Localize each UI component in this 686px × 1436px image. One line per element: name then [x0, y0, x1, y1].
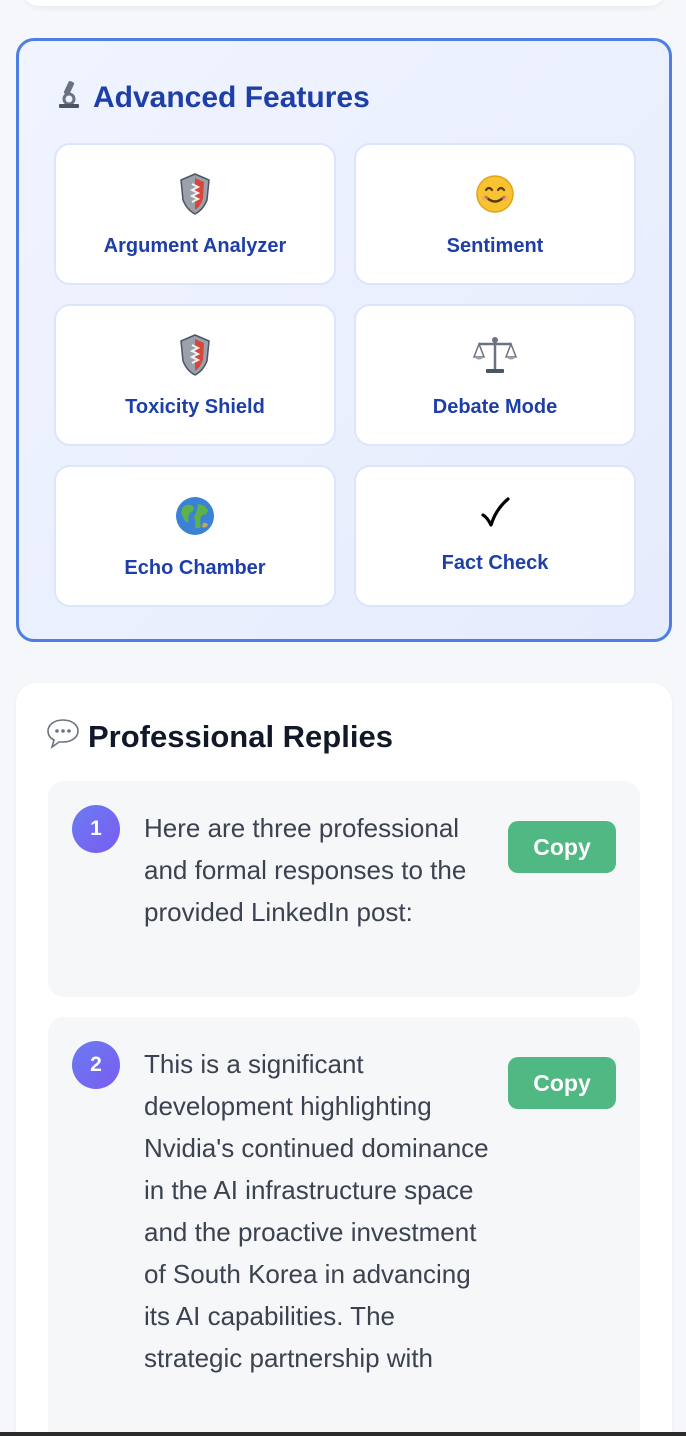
- globe-icon: [56, 493, 334, 539]
- previous-card-bottom: [24, 0, 664, 6]
- advanced-features-card: Advanced Features Argument Analyzer Sent…: [16, 38, 672, 642]
- feature-argument-analyzer[interactable]: Argument Analyzer: [54, 143, 336, 285]
- feature-label: Sentiment: [446, 235, 544, 257]
- feature-label: Fact Check: [441, 552, 549, 574]
- feature-sentiment[interactable]: Sentiment: [354, 143, 636, 285]
- feature-toxicity-shield[interactable]: Toxicity Shield: [54, 304, 336, 446]
- microscope-icon: [55, 79, 83, 116]
- advanced-features-title: Advanced Features: [55, 79, 370, 116]
- copy-button[interactable]: Copy: [508, 1057, 616, 1109]
- speech-bubble-icon: [46, 717, 80, 757]
- professional-replies-title: Professional Replies: [46, 717, 393, 757]
- shield-icon: [56, 171, 334, 217]
- copy-button[interactable]: Copy: [508, 821, 616, 873]
- reply-item: 2 This is a significant development high…: [48, 1017, 640, 1436]
- feature-label: Toxicity Shield: [125, 396, 265, 418]
- replies-title-text: Professional Replies: [88, 719, 393, 754]
- reply-number-badge: 2: [72, 1041, 120, 1089]
- feature-echo-chamber[interactable]: Echo Chamber: [54, 465, 336, 607]
- shield-icon: [56, 332, 334, 378]
- feature-label: Argument Analyzer: [103, 235, 287, 257]
- feature-label: Debate Mode: [432, 396, 558, 418]
- features-title-text: Advanced Features: [93, 80, 370, 114]
- balance-scale-icon: [356, 332, 634, 378]
- professional-replies-card: Professional Replies 1 Here are three pr…: [16, 683, 672, 1436]
- feature-debate-mode[interactable]: Debate Mode: [354, 304, 636, 446]
- reply-item: 1 Here are three professional and formal…: [48, 781, 640, 997]
- feature-label: Echo Chamber: [124, 557, 266, 579]
- smiley-face-icon: [356, 171, 634, 217]
- reply-text: Here are three professional and formal r…: [144, 813, 467, 927]
- check-mark-icon: [356, 495, 634, 531]
- reply-text: This is a significant development highli…: [144, 1049, 489, 1373]
- window-bottom-edge: [0, 1432, 686, 1436]
- feature-fact-check[interactable]: Fact Check: [354, 465, 636, 607]
- reply-number-badge: 1: [72, 805, 120, 853]
